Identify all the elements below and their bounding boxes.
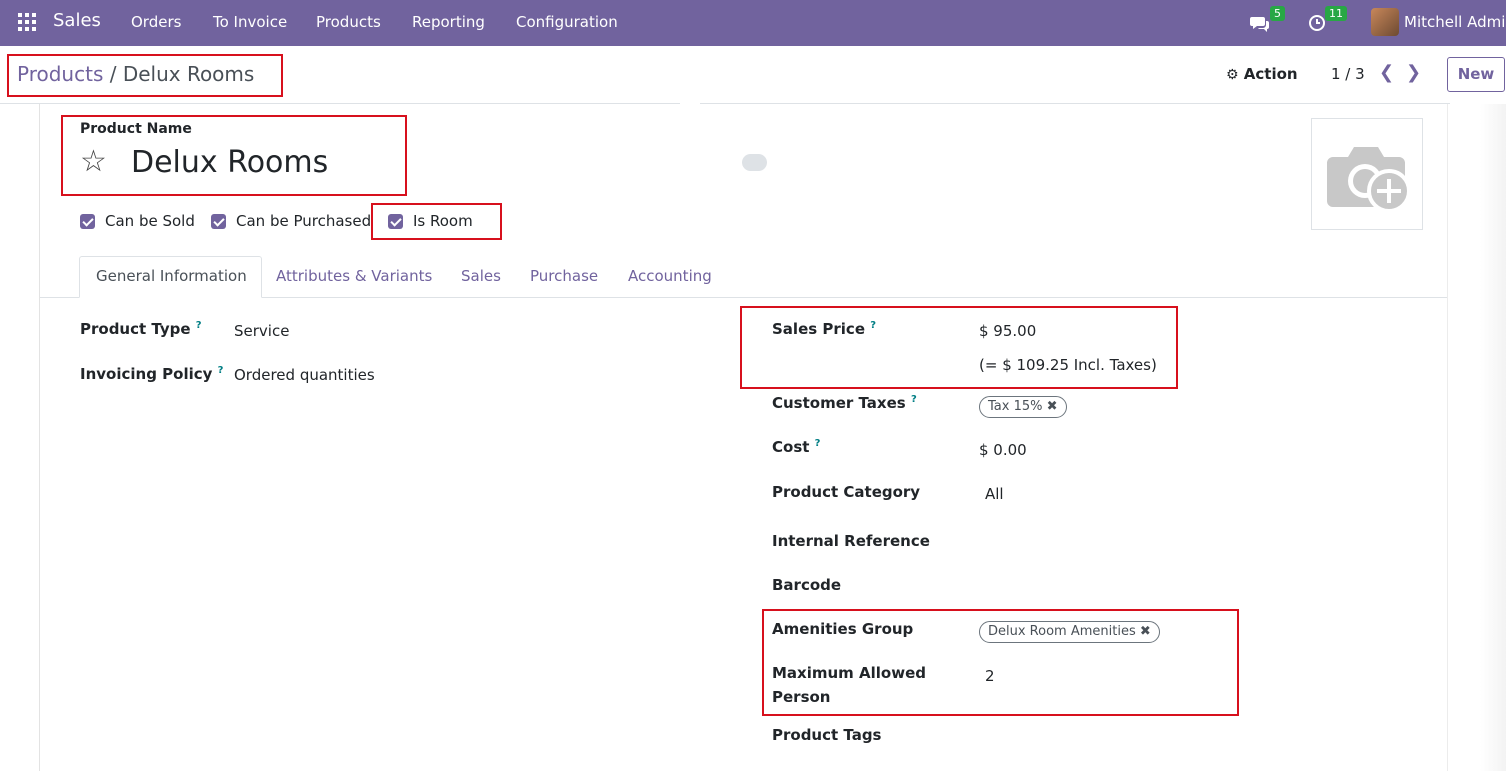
top-navbar: Sales Orders To Invoice Products Reporti… [0,0,1506,46]
product-image-upload[interactable] [1311,118,1423,230]
product-category-input[interactable]: All [985,485,1004,503]
clock-icon [1309,15,1325,31]
invoicing-policy-label: Invoicing Policy ? [80,365,224,383]
divider [0,103,680,104]
close-icon[interactable]: ✖ [1047,399,1058,414]
help-icon[interactable]: ? [815,438,821,449]
sheet-border-left [39,104,40,771]
customer-taxes-label: Customer Taxes ? [772,394,917,412]
help-icon[interactable]: ? [218,365,224,376]
tab-general-information-label[interactable]: General Information [96,267,247,285]
chevron-right-icon[interactable]: ❯ [1406,62,1421,83]
gear-icon: ⚙ [1226,67,1239,83]
can-be-sold-label: Can be Sold [105,212,195,230]
highlight-is-room [371,203,502,240]
cost-label: Cost ? [772,438,821,456]
menu-reporting[interactable]: Reporting [412,13,485,31]
divider [700,103,1450,104]
tab-attributes-variants[interactable]: Attributes & Variants [276,267,432,285]
avatar[interactable] [1371,8,1399,36]
tab-sales[interactable]: Sales [461,267,501,285]
camera-plus-icon [1327,147,1411,213]
menu-orders[interactable]: Orders [131,13,181,31]
pager-value[interactable]: 1 / 3 [1331,65,1365,83]
app-menu-grid-icon[interactable] [18,13,36,31]
messages-button[interactable]: 5 [1250,6,1290,38]
activities-button[interactable]: 11 [1308,6,1350,38]
highlight-amenities [762,609,1239,716]
new-button[interactable]: New [1447,57,1505,92]
sheet-border-right [1447,104,1448,771]
invoicing-policy-value[interactable]: Ordered quantities [234,366,375,384]
menu-configuration[interactable]: Configuration [516,13,618,31]
chevron-left-icon[interactable]: ❮ [1379,62,1394,83]
action-button[interactable]: ⚙ Action [1226,65,1298,83]
help-icon[interactable]: ? [911,394,917,405]
barcode-label: Barcode [772,576,842,594]
help-icon[interactable]: ? [196,320,202,331]
menu-products[interactable]: Products [316,13,381,31]
highlight-breadcrumb [7,54,283,97]
cost-input[interactable]: $ 0.00 [979,441,1027,459]
menu-to-invoice[interactable]: To Invoice [213,13,287,31]
user-name[interactable]: Mitchell Admin [1404,13,1506,31]
tab-accounting[interactable]: Accounting [628,267,712,285]
chat-icon [1250,17,1269,32]
tax-tag[interactable]: Tax 15% ✖ [979,396,1067,418]
product-tags-label: Product Tags [772,726,882,744]
tab-purchase[interactable]: Purchase [530,267,598,285]
can-be-purchased-checkbox[interactable] [211,214,226,229]
highlight-product-name [61,115,407,196]
product-type-value[interactable]: Service [234,322,289,340]
activities-count-badge: 11 [1325,6,1347,21]
product-type-label: Product Type ? [80,320,202,338]
highlight-sales-price [740,306,1178,389]
messages-count-badge: 5 [1270,6,1285,21]
app-name[interactable]: Sales [53,10,101,31]
can-be-purchased-label: Can be Purchased [236,212,372,230]
toggle-indicator[interactable] [742,154,767,171]
can-be-sold-checkbox[interactable] [80,214,95,229]
scroll-shadow [1480,104,1506,771]
product-category-label: Product Category [772,483,921,501]
action-label: Action [1243,65,1298,83]
internal-reference-label: Internal Reference [772,532,930,550]
